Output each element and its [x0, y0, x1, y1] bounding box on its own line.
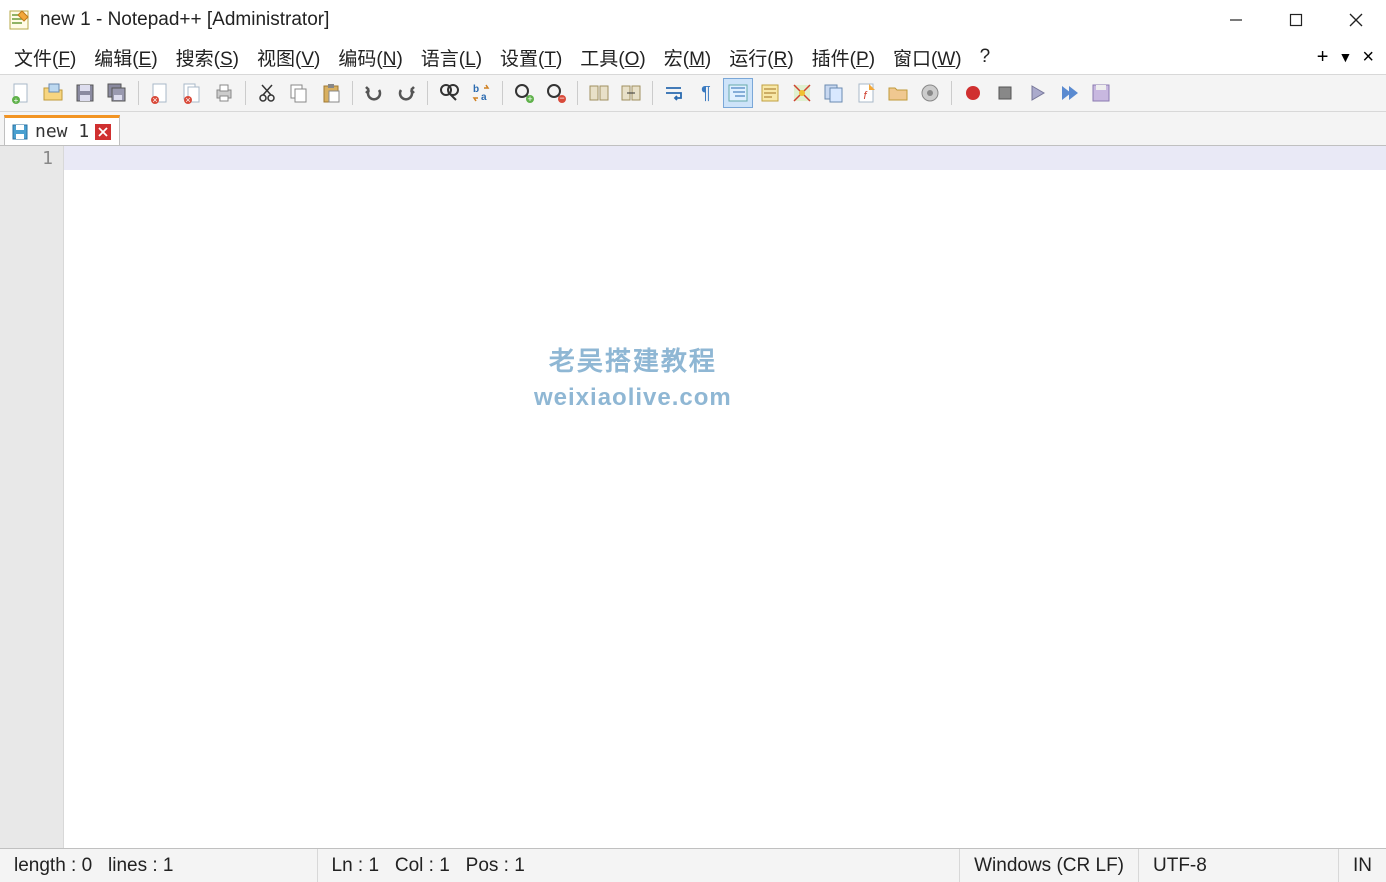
replace-icon[interactable]: ba: [466, 78, 496, 108]
close-file-icon[interactable]: ×: [145, 78, 175, 108]
tab-new-1[interactable]: new 1: [4, 115, 120, 145]
menu-plugins[interactable]: 插件(P): [804, 42, 883, 73]
user-lang-icon[interactable]: [755, 78, 785, 108]
close-button[interactable]: [1326, 0, 1386, 40]
word-wrap-icon[interactable]: [659, 78, 689, 108]
tab-label: new 1: [35, 121, 89, 142]
svg-text:+: +: [14, 96, 19, 104]
svg-text:¶: ¶: [701, 83, 711, 103]
status-eol[interactable]: Windows (CR LF): [960, 849, 1139, 882]
watermark-line2: weixiaolive.com: [534, 384, 732, 412]
menu-encoding[interactable]: 编码(N): [330, 42, 410, 73]
sync-vscroll-icon[interactable]: [584, 78, 614, 108]
zoom-in-icon[interactable]: +: [509, 78, 539, 108]
window-title: new 1 - Notepad++ [Administrator]: [40, 9, 329, 31]
watermark-line1: 老吴搭建教程: [534, 341, 732, 378]
menubar: 文件(F) 编辑(E) 搜索(S) 视图(V) 编码(N) 语言(L) 设置(T…: [0, 40, 1386, 74]
status-length: length : 0 lines : 1: [0, 849, 188, 882]
record-macro-icon[interactable]: [958, 78, 988, 108]
close-all-icon[interactable]: ×: [177, 78, 207, 108]
menu-run[interactable]: 运行(R): [721, 42, 801, 73]
tabbar: new 1: [0, 112, 1386, 146]
save-all-icon[interactable]: [102, 78, 132, 108]
new-file-icon[interactable]: +: [6, 78, 36, 108]
menu-triangle-icon[interactable]: ▼: [1338, 49, 1352, 65]
show-all-chars-icon[interactable]: ¶: [691, 78, 721, 108]
svg-text:a: a: [481, 92, 487, 103]
svg-text:−: −: [559, 93, 564, 103]
print-icon[interactable]: [209, 78, 239, 108]
menu-language[interactable]: 语言(L): [413, 42, 490, 73]
editor: 1 老吴搭建教程 weixiaolive.com: [0, 146, 1386, 848]
find-icon[interactable]: [434, 78, 464, 108]
svg-text:+: +: [527, 94, 532, 104]
menu-close-icon[interactable]: ×: [1362, 46, 1374, 69]
menu-help[interactable]: ?: [972, 44, 999, 70]
app-icon: [8, 9, 30, 31]
toolbar: + × × ba + − ¶ f: [0, 74, 1386, 112]
play-multi-icon[interactable]: [1054, 78, 1084, 108]
line-number: 1: [0, 148, 53, 169]
line-number-gutter: 1: [0, 146, 64, 848]
svg-text:b: b: [473, 84, 479, 95]
function-list-icon[interactable]: f: [851, 78, 881, 108]
current-line-highlight: [64, 146, 1386, 170]
doc-list-icon[interactable]: [819, 78, 849, 108]
window-controls: [1206, 0, 1386, 40]
menu-file[interactable]: 文件(F): [6, 42, 84, 73]
stop-macro-icon[interactable]: [990, 78, 1020, 108]
sync-hscroll-icon[interactable]: [616, 78, 646, 108]
status-mode[interactable]: IN: [1339, 849, 1386, 882]
menu-window[interactable]: 窗口(W): [885, 42, 970, 73]
undo-icon[interactable]: [359, 78, 389, 108]
svg-text:×: ×: [185, 95, 190, 104]
tab-close-icon[interactable]: [95, 124, 111, 140]
cut-icon[interactable]: [252, 78, 282, 108]
menu-edit[interactable]: 编辑(E): [86, 42, 165, 73]
paste-icon[interactable]: [316, 78, 346, 108]
save-icon[interactable]: [70, 78, 100, 108]
menu-tools[interactable]: 工具(O): [572, 42, 653, 73]
status-encoding[interactable]: UTF-8: [1139, 849, 1339, 882]
menu-macro[interactable]: 宏(M): [656, 42, 720, 73]
menu-settings[interactable]: 设置(T): [492, 42, 570, 73]
text-area[interactable]: 老吴搭建教程 weixiaolive.com: [64, 146, 1386, 848]
play-macro-icon[interactable]: [1022, 78, 1052, 108]
statusbar: length : 0 lines : 1 Ln : 1 Col : 1 Pos …: [0, 848, 1386, 882]
redo-icon[interactable]: [391, 78, 421, 108]
doc-map-icon[interactable]: [787, 78, 817, 108]
open-file-icon[interactable]: [38, 78, 68, 108]
monitoring-icon[interactable]: [915, 78, 945, 108]
svg-text:×: ×: [152, 95, 157, 104]
status-position: Ln : 1 Col : 1 Pos : 1: [318, 849, 539, 882]
watermark: 老吴搭建教程 weixiaolive.com: [534, 341, 732, 412]
maximize-button[interactable]: [1266, 0, 1326, 40]
menu-plus-icon[interactable]: +: [1317, 46, 1329, 69]
save-macro-icon[interactable]: [1086, 78, 1116, 108]
zoom-out-icon[interactable]: −: [541, 78, 571, 108]
menu-search[interactable]: 搜索(S): [168, 42, 247, 73]
menu-view[interactable]: 视图(V): [249, 42, 328, 73]
tab-save-icon: [11, 123, 29, 141]
folder-workspace-icon[interactable]: [883, 78, 913, 108]
copy-icon[interactable]: [284, 78, 314, 108]
minimize-button[interactable]: [1206, 0, 1266, 40]
titlebar: new 1 - Notepad++ [Administrator]: [0, 0, 1386, 40]
indent-guide-icon[interactable]: [723, 78, 753, 108]
